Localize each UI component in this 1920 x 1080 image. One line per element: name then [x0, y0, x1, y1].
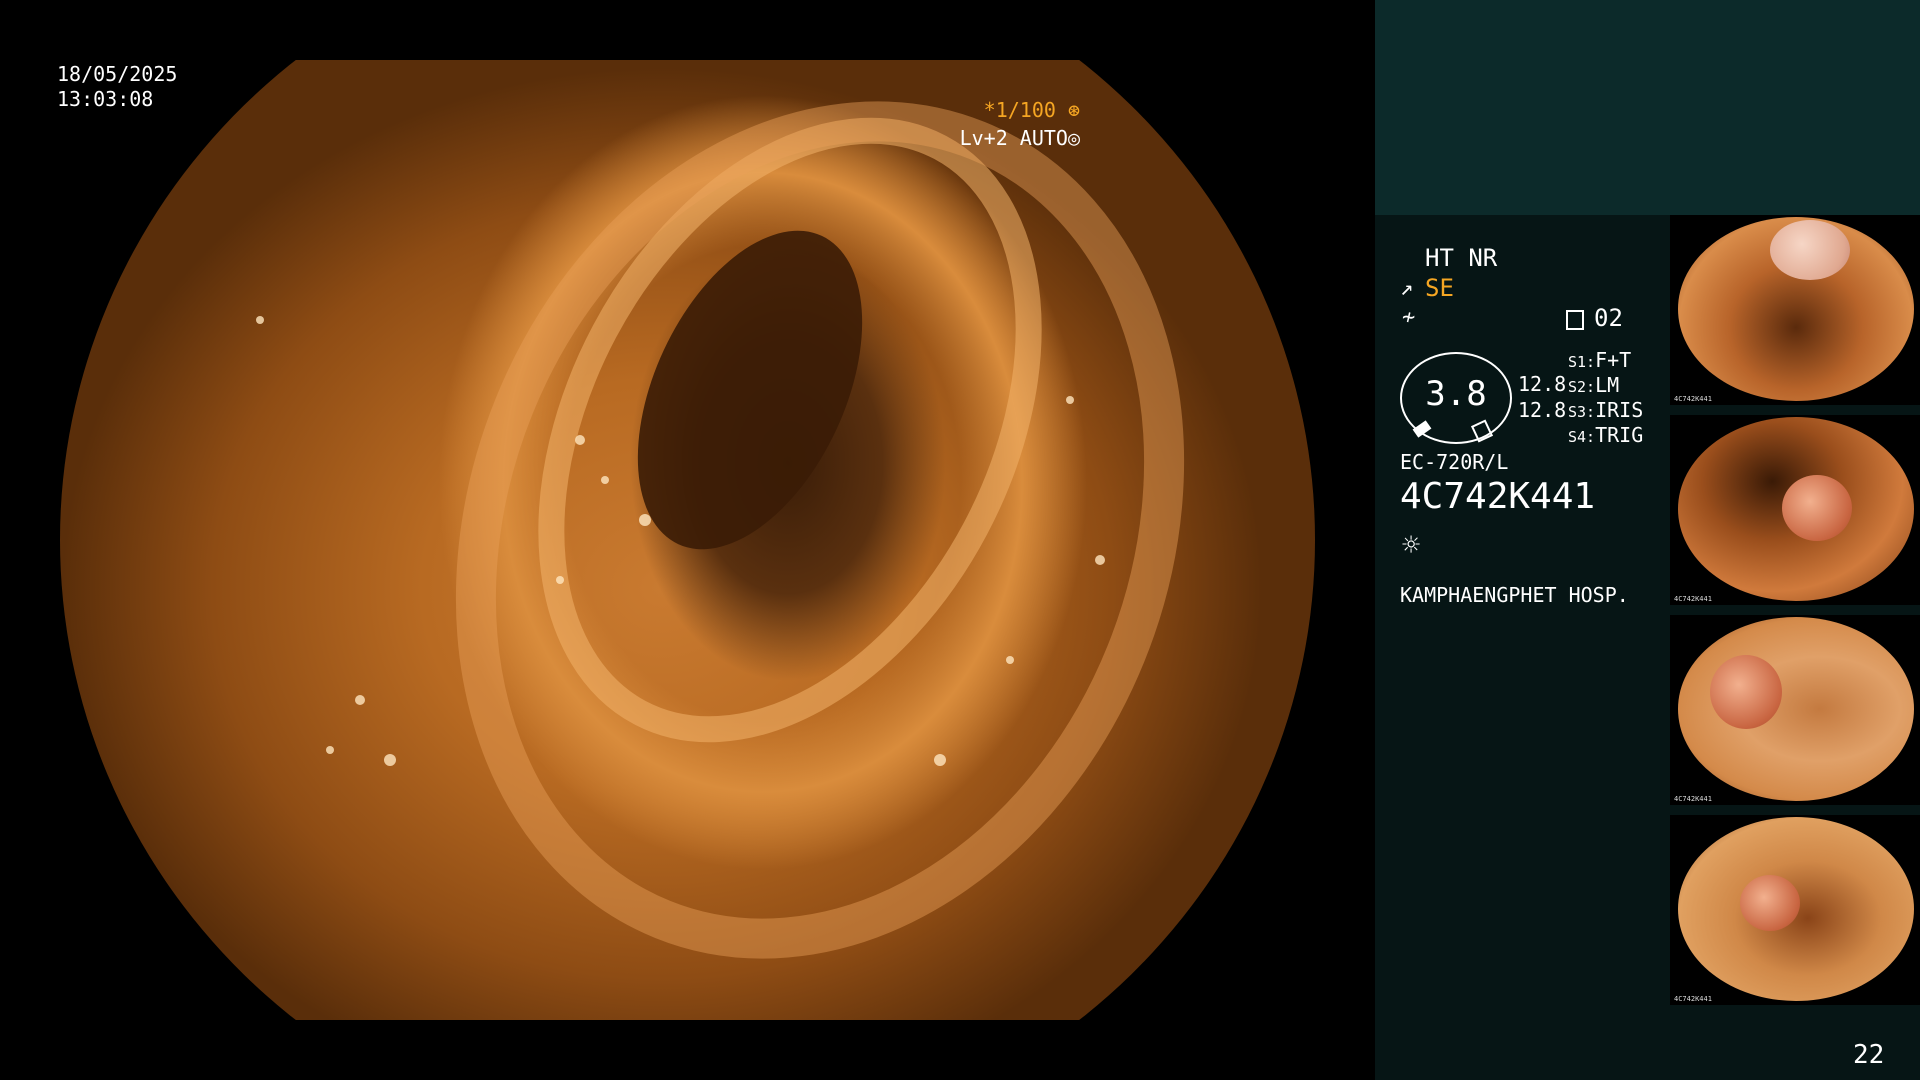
clip-icon	[1566, 310, 1584, 330]
auto-iris-icon: ◎	[1067, 126, 1080, 150]
exam-date: 18/05/2025	[57, 62, 178, 86]
gauge-value: 3.8	[1425, 374, 1487, 414]
polyp-mark	[1782, 475, 1852, 541]
thumbnail-caption: 4C742K441	[1674, 395, 1712, 403]
thumbnail-caption: 4C742K441	[1674, 795, 1712, 803]
switch-key: S2:	[1568, 378, 1596, 396]
captured-image-thumbnail[interactable]: 4C742K441	[1670, 415, 1920, 605]
hospital-name: KAMPHAENGPHET HOSP.	[1400, 583, 1629, 607]
switch-key: S3:	[1568, 403, 1596, 421]
shutter-speed: *1/100 ⊛	[984, 99, 1080, 122]
polyp-mark	[1770, 220, 1850, 280]
captured-image-thumbnail[interactable]: 4C742K441	[1670, 815, 1920, 1005]
scope-serial: 4C742K441	[1400, 476, 1596, 517]
panel-value-2: 12.8	[1518, 398, 1567, 422]
mucosal-folds	[256, 101, 1185, 959]
switch-value: F+T	[1595, 348, 1632, 372]
thumbnail-caption: 4C742K441	[1674, 595, 1712, 603]
aperture-icon: ⊛	[1067, 98, 1080, 122]
mode-label: HT NR	[1425, 244, 1498, 272]
switch-4: S4:TRIG	[1568, 423, 1643, 447]
switch-key: S4:	[1568, 428, 1596, 446]
captured-image-thumbnail[interactable]: 4C742K441	[1670, 215, 1920, 405]
switch-2: S2:LM	[1568, 373, 1619, 397]
switch-key: S1:	[1568, 353, 1596, 371]
polyp-mark	[1710, 655, 1782, 729]
enhance-label: SE	[1425, 274, 1454, 302]
switch-value: LM	[1595, 373, 1620, 397]
freeze-icon: ≁	[1402, 305, 1416, 330]
level-value: Lv+2 AUTO	[959, 126, 1068, 150]
brightness-level: Lv+2 AUTO◎	[960, 127, 1080, 150]
shutter-value: *1/100	[983, 98, 1056, 122]
switch-3: S3:IRIS	[1568, 398, 1643, 422]
switch-1: S1:F+T	[1568, 348, 1631, 372]
switch-value: TRIG	[1595, 423, 1644, 447]
endoscope-live-view	[60, 60, 1315, 1020]
image-count: 22	[1853, 1040, 1885, 1070]
switch-value: IRIS	[1595, 398, 1644, 422]
se-icon: ↗	[1400, 276, 1414, 301]
exam-time: 13:03:08	[57, 87, 154, 111]
info-panel-header	[1375, 0, 1920, 215]
lamp-icon: ☼	[1402, 528, 1421, 563]
scope-model: EC-720R/L	[1400, 450, 1509, 474]
polyp-mark	[1740, 875, 1800, 931]
captured-image-thumbnail[interactable]: 4C742K441	[1670, 615, 1920, 805]
panel-value-1: 12.8	[1518, 372, 1567, 396]
thumbnail-caption: 4C742K441	[1674, 995, 1712, 1003]
clip-number: 02	[1594, 304, 1623, 332]
